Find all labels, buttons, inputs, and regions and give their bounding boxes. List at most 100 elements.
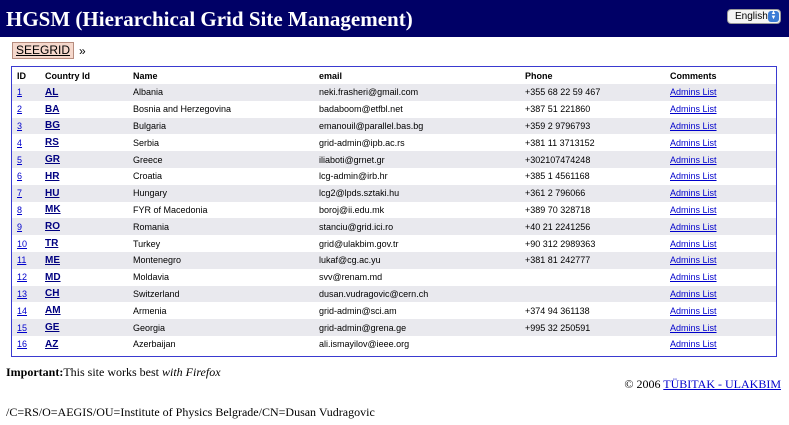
row-name: Azerbaijan xyxy=(128,335,314,353)
row-country-id-link[interactable]: MD xyxy=(45,272,61,283)
row-id-link[interactable]: 10 xyxy=(17,239,27,249)
row-admins-list-link[interactable]: Admins List xyxy=(670,138,717,148)
row-id-link[interactable]: 2 xyxy=(17,104,22,114)
row-id-link[interactable]: 8 xyxy=(17,205,22,215)
row-email: lcg-admin@irb.hr xyxy=(314,167,520,185)
copyright-prefix: © 2006 xyxy=(624,377,664,391)
row-admins-list-link[interactable]: Admins List xyxy=(670,121,717,131)
row-id-link[interactable]: 5 xyxy=(17,155,22,165)
row-phone: +374 94 361138 xyxy=(520,302,665,320)
row-phone: +995 32 250591 xyxy=(520,319,665,336)
important-label: Important: xyxy=(6,365,64,379)
row-phone: +385 1 4561168 xyxy=(520,167,665,185)
tubitak-link[interactable]: TÜBITAK xyxy=(663,377,718,391)
column-header-country-id: Country Id xyxy=(45,70,90,81)
row-country-id-link[interactable]: AZ xyxy=(45,339,58,350)
row-admins-list-link[interactable]: Admins List xyxy=(670,104,717,114)
ulakbim-link[interactable]: ULAKBIM xyxy=(725,377,781,391)
column-header-email: email xyxy=(319,70,343,81)
updown-arrows-icon: ▲ ▼ xyxy=(768,10,779,22)
row-country-id-link[interactable]: BG xyxy=(45,120,60,131)
row-id-link[interactable]: 12 xyxy=(17,272,27,282)
user-certificate-dn: /C=RS/O=AEGIS/OU=Institute of Physics Be… xyxy=(6,405,375,419)
row-admins-list-link[interactable]: Admins List xyxy=(670,188,717,198)
row-name: Bulgaria xyxy=(128,117,314,135)
header-bar: HGSM (Hierarchical Grid Site Management)… xyxy=(0,0,789,37)
important-notice: Important:This site works best with Fire… xyxy=(6,365,221,380)
row-id-link[interactable]: 3 xyxy=(17,121,22,131)
row-email: grid@ulakbim.gov.tr xyxy=(314,235,520,252)
row-admins-list-link[interactable]: Admins List xyxy=(670,87,717,97)
row-country-id-link[interactable]: RO xyxy=(45,221,60,232)
sites-table-container: ID Country Id Name email Phone Comments … xyxy=(11,66,777,357)
row-phone: +355 68 22 59 467 xyxy=(520,84,665,101)
page-title: HGSM (Hierarchical Grid Site Management) xyxy=(6,7,413,31)
row-country-id-link[interactable]: AL xyxy=(45,87,58,98)
table-header-row: ID Country Id Name email Phone Comments xyxy=(12,67,776,84)
important-text: This site works best xyxy=(63,365,162,379)
table-row: 9 RO Romania stanciu@grid.ici.ro +40 21 2241… xyxy=(12,218,776,236)
row-phone: +387 51 221860 xyxy=(520,100,665,118)
row-phone: +381 81 242777 xyxy=(520,251,665,269)
row-country-id-link[interactable]: AM xyxy=(45,305,61,316)
link-separator[interactable]: - xyxy=(718,377,725,391)
row-country-id-link[interactable]: HU xyxy=(45,188,59,199)
breadcrumb-seegrid-link[interactable]: SEEGRID xyxy=(12,42,75,59)
row-id-link[interactable]: 11 xyxy=(17,255,26,265)
row-country-id-link[interactable]: ME xyxy=(45,255,60,266)
row-country-id-link[interactable]: MK xyxy=(45,204,61,215)
row-id-link[interactable]: 1 xyxy=(17,87,22,97)
row-country-id-link[interactable]: TR xyxy=(45,238,58,249)
row-id-link[interactable]: 13 xyxy=(17,289,27,299)
important-emph: with Firefox xyxy=(162,365,221,379)
row-admins-list-link[interactable]: Admins List xyxy=(670,255,717,265)
row-email: stanciu@grid.ici.ro xyxy=(314,218,520,236)
row-id-link[interactable]: 9 xyxy=(17,222,22,232)
table-row: 11 ME Montenegro lukaf@cg.ac.yu +381 81 2427… xyxy=(12,251,776,269)
row-name: Greece xyxy=(128,151,314,168)
row-admins-list-link[interactable]: Admins List xyxy=(670,155,717,165)
row-id-link[interactable]: 4 xyxy=(17,138,22,148)
table-row: 8 MK FYR of Macedonia boroj@ii.edu.mk +389 7… xyxy=(12,201,776,219)
table-body: 1 AL Albania neki.frasheri@gmail.com +355 68… xyxy=(12,84,776,353)
row-admins-list-link[interactable]: Admins List xyxy=(670,205,717,215)
language-select[interactable]: English ▲ ▼ xyxy=(727,9,781,24)
row-admins-list-link[interactable]: Admins List xyxy=(670,171,717,181)
row-country-id-link[interactable]: HR xyxy=(45,171,59,182)
table-row: 2 BA Bosnia and Herzegovina badaboom@etfbl.… xyxy=(12,100,776,118)
row-name: Romania xyxy=(128,218,314,236)
row-id-link[interactable]: 14 xyxy=(17,306,27,316)
row-id-link[interactable]: 6 xyxy=(17,171,22,181)
table-row: 7 HU Hungary lcg2@lpds.sztaki.hu +361 2 7960… xyxy=(12,184,776,202)
row-country-id-link[interactable]: CH xyxy=(45,288,59,299)
row-country-id-link[interactable]: RS xyxy=(45,137,59,148)
row-admins-list-link[interactable]: Admins List xyxy=(670,272,717,282)
row-id-link[interactable]: 7 xyxy=(17,188,22,198)
row-id-link[interactable]: 16 xyxy=(17,339,27,349)
table-row: 1 AL Albania neki.frasheri@gmail.com +355 68… xyxy=(12,84,776,101)
row-country-id-link[interactable]: BA xyxy=(45,104,59,115)
row-name: Serbia xyxy=(128,134,314,152)
row-email: lcg2@lpds.sztaki.hu xyxy=(314,184,520,202)
table-row: 14 AM Armenia grid-admin@sci.am +374 94 3611… xyxy=(12,302,776,320)
row-admins-list-link[interactable]: Admins List xyxy=(670,289,717,299)
row-admins-list-link[interactable]: Admins List xyxy=(670,239,717,249)
row-id-link[interactable]: 15 xyxy=(17,323,27,333)
column-header-comments: Comments xyxy=(670,70,717,81)
row-email: ali.ismayilov@ieee.org xyxy=(314,335,520,353)
row-email: grid-admin@ipb.ac.rs xyxy=(314,134,520,152)
row-phone: +90 312 2989363 xyxy=(520,235,665,252)
row-admins-list-link[interactable]: Admins List xyxy=(670,306,717,316)
row-name: Montenegro xyxy=(128,251,314,269)
row-admins-list-link[interactable]: Admins List xyxy=(670,323,717,333)
row-country-id-link[interactable]: GR xyxy=(45,154,60,165)
row-phone xyxy=(520,285,665,303)
row-country-id-link[interactable]: GE xyxy=(45,322,59,333)
row-admins-list-link[interactable]: Admins List xyxy=(670,339,717,349)
copyright: © 2006 TÜBITAK - ULAKBIM xyxy=(624,377,781,392)
row-phone xyxy=(520,335,665,353)
row-admins-list-link[interactable]: Admins List xyxy=(670,222,717,232)
row-name: Turkey xyxy=(128,235,314,252)
row-email: svv@renam.md xyxy=(314,268,520,286)
table-row: 10 TR Turkey grid@ulakbim.gov.tr +90 312 298… xyxy=(12,235,776,252)
